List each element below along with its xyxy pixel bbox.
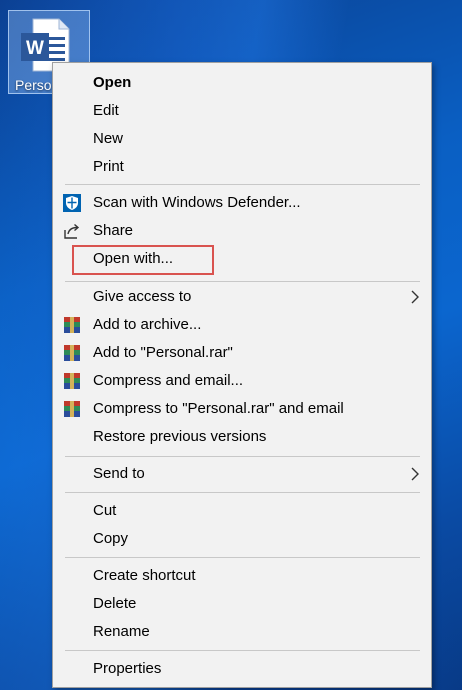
menu-item-compress-and-email[interactable]: Compress and email... [53,367,431,395]
menu-item-compress-to-personal-rar-and-email[interactable]: Compress to "Personal.rar" and email [53,395,431,423]
menu-item-scan-defender[interactable]: Scan with Windows Defender... [53,189,431,217]
svg-text:W: W [26,38,44,59]
chevron-right-icon [411,467,419,481]
menu-separator [65,650,420,651]
share-icon [64,223,80,239]
menu-separator [65,557,420,558]
winrar-icon [64,401,80,417]
menu-separator [65,281,420,282]
defender-shield-icon [63,194,81,212]
menu-item-rename[interactable]: Rename [53,618,431,646]
winrar-icon [64,345,80,361]
menu-item-add-to-personal-rar[interactable]: Add to "Personal.rar" [53,339,431,367]
menu-separator [65,492,420,493]
menu-item-open[interactable]: Open [53,69,431,97]
menu-item-edit[interactable]: Edit [53,97,431,125]
menu-item-cut[interactable]: Cut [53,497,431,525]
menu-item-create-shortcut[interactable]: Create shortcut [53,562,431,590]
menu-item-properties[interactable]: Properties [53,655,431,683]
menu-separator [65,456,420,457]
menu-item-print[interactable]: Print [53,153,431,181]
menu-item-restore-previous-versions[interactable]: Restore previous versions [53,423,431,451]
highlight-box-open-with [72,245,214,275]
desktop-file-label: Perso [15,77,52,93]
context-menu: Open Edit New Print Scan with Windows De… [52,62,432,688]
chevron-right-icon [411,290,419,304]
menu-item-send-to[interactable]: Send to [53,460,431,488]
menu-item-delete[interactable]: Delete [53,590,431,618]
menu-item-give-access[interactable]: Give access to [53,283,431,311]
menu-item-add-to-archive[interactable]: Add to archive... [53,311,431,339]
menu-item-share[interactable]: Share [53,217,431,245]
winrar-icon [64,373,80,389]
menu-item-copy[interactable]: Copy [53,525,431,553]
menu-separator [65,184,420,185]
menu-item-new[interactable]: New [53,125,431,153]
winrar-icon [64,317,80,333]
